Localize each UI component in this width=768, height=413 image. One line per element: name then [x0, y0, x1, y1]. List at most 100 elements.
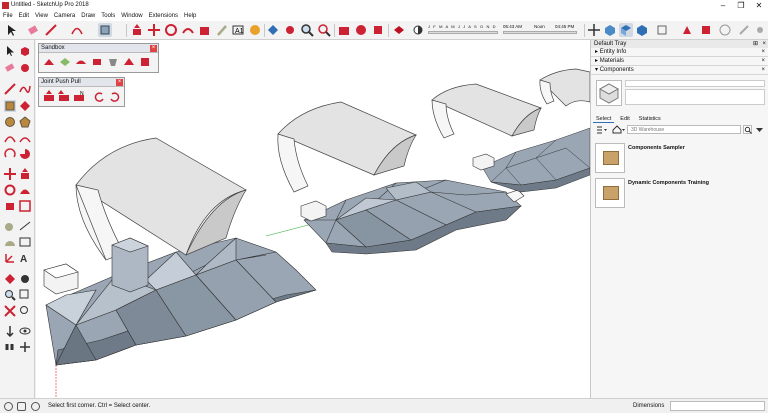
- top-view-icon[interactable]: [619, 23, 633, 37]
- flip-edge-icon[interactable]: [139, 56, 151, 68]
- redo-push-pull-icon[interactable]: [109, 90, 121, 102]
- add-detail-icon[interactable]: [123, 56, 135, 68]
- pan-icon[interactable]: [283, 23, 297, 37]
- tape-measure-icon[interactable]: [215, 23, 229, 37]
- walk-icon[interactable]: [4, 341, 16, 353]
- section-components[interactable]: ▾ Components ×: [591, 66, 768, 75]
- hidden-line-icon[interactable]: [718, 23, 732, 37]
- shadow-date-slider[interactable]: J F M A M J J A S O N D: [428, 24, 498, 36]
- component-search-input[interactable]: 3D Warehouse: [627, 125, 741, 134]
- menu-window[interactable]: Window: [118, 11, 145, 21]
- back-edges-icon[interactable]: [680, 23, 694, 37]
- menu-tools[interactable]: Tools: [98, 11, 118, 21]
- text-icon[interactable]: [19, 236, 31, 248]
- wireframe-icon[interactable]: [699, 23, 713, 37]
- shadows-toggle-icon[interactable]: [411, 23, 425, 37]
- credits-icon[interactable]: [17, 402, 26, 411]
- component-name-field[interactable]: [625, 80, 765, 87]
- share-model-icon[interactable]: [371, 23, 385, 37]
- close-window-icon[interactable]: ✕: [750, 0, 768, 11]
- eraser-icon[interactable]: [4, 62, 16, 74]
- rotate-icon[interactable]: [4, 184, 16, 196]
- shadow-time-slider[interactable]: 05:43 AM Noon 04:45 PM: [503, 24, 577, 36]
- drape-icon[interactable]: [107, 56, 119, 68]
- sandbox-header[interactable]: Sandbox ×: [39, 44, 158, 53]
- search-icon[interactable]: [743, 125, 752, 134]
- from-scratch-icon[interactable]: [59, 56, 71, 68]
- rectangle-tool-icon[interactable]: [98, 23, 112, 37]
- close-jpp-icon[interactable]: ×: [116, 79, 123, 86]
- details-icon[interactable]: [755, 125, 764, 134]
- zoom-tool-icon[interactable]: [4, 289, 16, 301]
- position-camera-icon[interactable]: [4, 325, 16, 338]
- tape-icon[interactable]: [4, 220, 16, 232]
- rectangle-icon[interactable]: [4, 100, 16, 112]
- zoom-window-icon[interactable]: [19, 289, 31, 301]
- two-point-arc-icon[interactable]: [19, 132, 31, 144]
- protractor-icon[interactable]: [4, 236, 16, 248]
- undo-push-pull-icon[interactable]: [93, 90, 105, 102]
- close-tray-icon[interactable]: ×: [762, 40, 766, 48]
- close-components-icon[interactable]: ×: [761, 66, 765, 75]
- jpp-header[interactable]: Joint Push Pull ×: [39, 78, 124, 87]
- 3d-viewport[interactable]: Sandbox × Joint Push Pull × N: [36, 40, 590, 398]
- dimension-icon[interactable]: [19, 220, 31, 232]
- axes-tool-icon[interactable]: [4, 252, 16, 264]
- move-icon[interactable]: [4, 168, 16, 180]
- pin-icon[interactable]: ⊞: [753, 40, 758, 48]
- view-options-icon[interactable]: [596, 125, 608, 134]
- measure-icon[interactable]: [737, 23, 751, 37]
- menu-file[interactable]: File: [0, 11, 16, 21]
- more-tools-icon[interactable]: [753, 23, 767, 37]
- look-around-icon[interactable]: [19, 325, 31, 337]
- normal-push-pull-icon[interactable]: N: [73, 90, 85, 102]
- eraser-tool-icon[interactable]: [26, 23, 40, 37]
- tab-statistics[interactable]: Statistics: [636, 116, 664, 122]
- section-plane-icon[interactable]: [19, 341, 31, 353]
- line-tool-icon[interactable]: [44, 23, 58, 37]
- extension-warehouse-icon[interactable]: [354, 23, 368, 37]
- iso-view-icon[interactable]: [603, 23, 617, 37]
- component-description-field[interactable]: [625, 89, 765, 105]
- offset-icon[interactable]: [19, 200, 31, 212]
- select-icon[interactable]: [4, 45, 16, 57]
- help-icon[interactable]: [31, 402, 40, 411]
- tab-edit[interactable]: Edit: [617, 116, 632, 122]
- maximize-icon[interactable]: ❐: [732, 0, 750, 11]
- 3d-text-icon[interactable]: A: [19, 252, 31, 265]
- make-component-icon[interactable]: [19, 45, 31, 57]
- menu-draw[interactable]: Draw: [78, 11, 98, 21]
- zoom-extents-icon[interactable]: [317, 23, 331, 37]
- from-contours-icon[interactable]: [43, 56, 55, 68]
- scale-icon[interactable]: [4, 200, 16, 212]
- follow-me-tool-icon[interactable]: [19, 184, 31, 196]
- line-icon[interactable]: [4, 83, 16, 95]
- pan-tool-icon[interactable]: [19, 273, 31, 285]
- scale-tool-icon[interactable]: [198, 23, 212, 37]
- orbit-tool-icon[interactable]: [4, 273, 16, 285]
- tab-select[interactable]: Select: [593, 116, 615, 123]
- previous-view-icon[interactable]: [19, 305, 31, 317]
- text-tool-icon[interactable]: A1: [231, 23, 245, 37]
- close-entity-info-icon[interactable]: ×: [761, 48, 765, 57]
- select-tool-icon[interactable]: [4, 23, 18, 37]
- arc-icon[interactable]: [4, 132, 16, 144]
- zoom-icon[interactable]: [300, 23, 314, 37]
- joint-push-pull-icon[interactable]: [43, 90, 55, 102]
- minimize-icon[interactable]: –: [714, 0, 732, 11]
- close-materials-icon[interactable]: ×: [761, 57, 765, 66]
- axes-icon[interactable]: [587, 23, 601, 37]
- home-icon[interactable]: [611, 125, 625, 134]
- push-pull-icon[interactable]: [130, 23, 144, 37]
- rotate-tool-icon[interactable]: [164, 23, 178, 37]
- move-tool-icon[interactable]: [147, 23, 161, 37]
- warehouse-icon[interactable]: [337, 23, 351, 37]
- close-sandbox-icon[interactable]: ×: [150, 45, 157, 52]
- layout-icon[interactable]: [392, 23, 406, 37]
- list-item[interactable]: Dynamic Components Training: [595, 178, 765, 211]
- paint-icon[interactable]: [19, 62, 31, 74]
- rotated-rectangle-icon[interactable]: [19, 100, 31, 112]
- smoove-icon[interactable]: [75, 56, 87, 68]
- polygon-icon[interactable]: [19, 116, 31, 128]
- arc-tool-icon[interactable]: [70, 23, 84, 37]
